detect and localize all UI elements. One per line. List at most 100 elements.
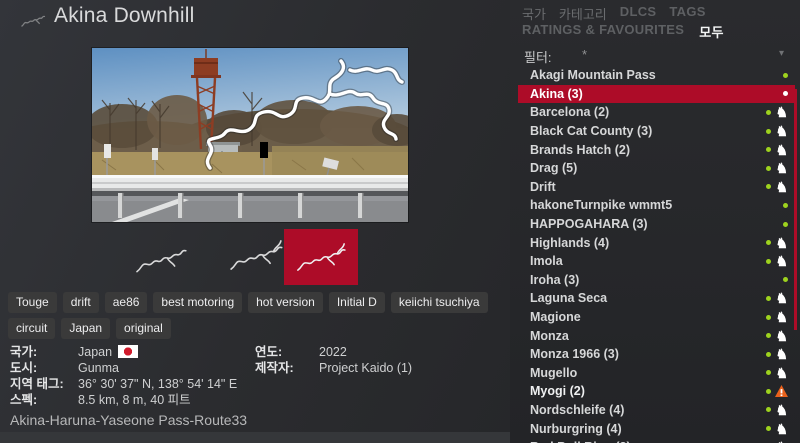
track-list: Akagi Mountain Pass Akina (3) Barcelona (2…: [518, 66, 795, 443]
status-dot: [766, 370, 772, 376]
tag-chip[interactable]: hot version: [248, 292, 323, 313]
horse-icon: ♞: [775, 346, 788, 363]
status-dot: [766, 314, 772, 320]
track-list-item[interactable]: Akagi Mountain Pass: [518, 66, 795, 85]
track-list-item-label: Iroha (3): [530, 272, 580, 287]
status-dot: [783, 221, 788, 227]
track-list-item[interactable]: Imola ♞: [518, 252, 795, 271]
tag-chip[interactable]: circuit: [8, 318, 56, 339]
track-list-item-label: hakoneTurnpike wmmt5: [530, 198, 673, 213]
track-list-item-label: Myogi (2): [530, 384, 585, 399]
track-list-item-icons: ♞: [766, 105, 788, 119]
status-dot: [766, 426, 772, 432]
track-list-item-label: Drift: [530, 179, 556, 194]
track-list-item-icons: ♞: [766, 329, 788, 343]
horse-icon: ♞: [775, 420, 788, 437]
filter-tabs-row2: RATINGS & FAVOURITES 모두: [522, 22, 724, 41]
author-row: 제작자: Project Kaido (1): [255, 360, 412, 376]
author-value: Project Kaido (1): [319, 361, 413, 375]
page-title: Akina Downhill: [54, 4, 195, 27]
status-dot: [766, 109, 772, 115]
status-dot: [766, 407, 772, 413]
layout-thumbnail-selected[interactable]: [284, 229, 358, 285]
status-dot: [783, 202, 788, 208]
track-list-item[interactable]: Barcelona (2) ♞: [518, 103, 795, 122]
track-list-item[interactable]: Black Cat County (3) ♞: [518, 122, 795, 141]
tab-모두[interactable]: 모두: [699, 22, 724, 41]
specs-label: 스펙:: [10, 393, 38, 407]
status-dot: [766, 333, 772, 339]
geo-tags-label: 지역 태그:: [10, 377, 64, 391]
track-list-item[interactable]: Magione ♞: [518, 308, 795, 327]
track-outline-icon: [20, 12, 46, 34]
track-list-item[interactable]: Laguna Seca ♞: [518, 289, 795, 308]
track-list-item[interactable]: Drag (5) ♞: [518, 159, 795, 178]
layout-thumbnail-1[interactable]: [132, 238, 190, 278]
horse-icon: ♞: [775, 178, 788, 195]
track-list-item-icons: ♞: [766, 141, 788, 158]
tag-chip[interactable]: best motoring: [153, 292, 243, 313]
tag-chip[interactable]: keiichi tsuchiya: [390, 292, 488, 313]
tag-chip[interactable]: Initial D: [328, 292, 385, 313]
track-list-item[interactable]: Mugello ♞: [518, 364, 795, 383]
horse-icon: ♞: [775, 141, 788, 158]
track-list-item-label: Magione: [530, 310, 581, 325]
track-list-item-icons: ♞: [766, 253, 788, 270]
track-list-item-icons: ♞: [766, 123, 788, 140]
track-list-item[interactable]: Akina (3): [518, 84, 795, 104]
track-list-item[interactable]: Monza 1966 (3) ♞: [518, 345, 795, 364]
horse-icon: ♞: [775, 309, 788, 326]
tag-chip[interactable]: original: [116, 318, 171, 339]
layout-name: Akina-Haruna-Yaseone Pass-Route33: [10, 412, 248, 428]
tab-TAGS[interactable]: TAGS: [669, 4, 705, 23]
horse-icon: ♞: [775, 401, 788, 418]
horse-icon: ♞: [775, 123, 788, 140]
specs-row: 스펙: 8.5 km, 8 m, 40 피트: [10, 392, 237, 408]
scrollbar-thumb[interactable]: [794, 89, 797, 330]
track-list-item-label: Akina (3): [530, 86, 583, 101]
track-list-item-label: Drag (5): [530, 161, 578, 176]
author-label: 제작자:: [255, 361, 294, 375]
track-list-item[interactable]: Monza ♞: [518, 326, 795, 345]
status-dot: [766, 351, 772, 357]
track-list-item[interactable]: Red Bull Ring (3)♞: [518, 438, 795, 443]
track-list-item-icons: ♞: [766, 236, 788, 250]
tab-카테고리[interactable]: 카테고리: [559, 4, 607, 23]
layout-thumbnail-2[interactable]: [226, 230, 286, 280]
track-photo: [92, 48, 408, 222]
filter-input[interactable]: *: [582, 47, 587, 62]
track-list-item[interactable]: Iroha (3): [518, 271, 795, 290]
chevron-down-icon[interactable]: ▾: [779, 48, 784, 59]
track-list-item-icons: ♞: [766, 178, 788, 195]
tag-chip[interactable]: Japan: [61, 318, 111, 339]
track-list-item[interactable]: HAPPOGAHARA (3): [518, 215, 795, 234]
geo-tags-row: 지역 태그: 36° 30' 37" N, 138° 54' 14" E: [10, 376, 237, 392]
track-list-item-icons: ♞: [766, 291, 788, 305]
city-value: Gunma: [78, 361, 119, 375]
track-list-item-icons: ♞: [766, 161, 788, 175]
track-list-item[interactable]: Brands Hatch (2) ♞: [518, 140, 795, 159]
tag-list: Touge drift ae86 best motoring hot version In…: [8, 292, 502, 339]
tab-DLCS[interactable]: DLCS: [620, 4, 657, 23]
track-list-item-icons: [783, 277, 788, 283]
tag-chip[interactable]: drift: [62, 292, 99, 313]
track-detail-panel: Akina Downhill Touge drift ae86 best mot…: [0, 0, 510, 443]
status-dot: [766, 258, 772, 264]
track-list-item-label: Imola: [530, 254, 563, 269]
tag-chip[interactable]: ae86: [104, 292, 148, 313]
country-row: 국가: Japan: [10, 344, 237, 360]
track-browser-panel: 국가 카테고리 DLCS TAGS RATINGS & FAVOURITES 모두 필터…: [510, 0, 800, 443]
tab-RATINGS & FAVOURITES[interactable]: RATINGS & FAVOURITES: [522, 22, 684, 41]
track-list-item[interactable]: hakoneTurnpike wmmt5: [518, 196, 795, 215]
year-label: 연도:: [255, 345, 283, 359]
tag-chip[interactable]: Touge: [8, 292, 57, 313]
track-list-item[interactable]: Nordschleife (4) ♞: [518, 401, 795, 420]
tab-국가[interactable]: 국가: [522, 4, 546, 23]
track-list-item[interactable]: Highlands (4) ♞: [518, 233, 795, 252]
specs-value: 8.5 km, 8 m, 40 피트: [78, 393, 191, 407]
track-list-item-label: Laguna Seca: [530, 291, 608, 306]
track-list-item[interactable]: Myogi (2): [518, 382, 795, 401]
track-list-item[interactable]: Drift ♞: [518, 178, 795, 197]
horse-icon: ♞: [775, 253, 788, 270]
track-list-item[interactable]: Nurburgring (4) ♞: [518, 419, 795, 438]
